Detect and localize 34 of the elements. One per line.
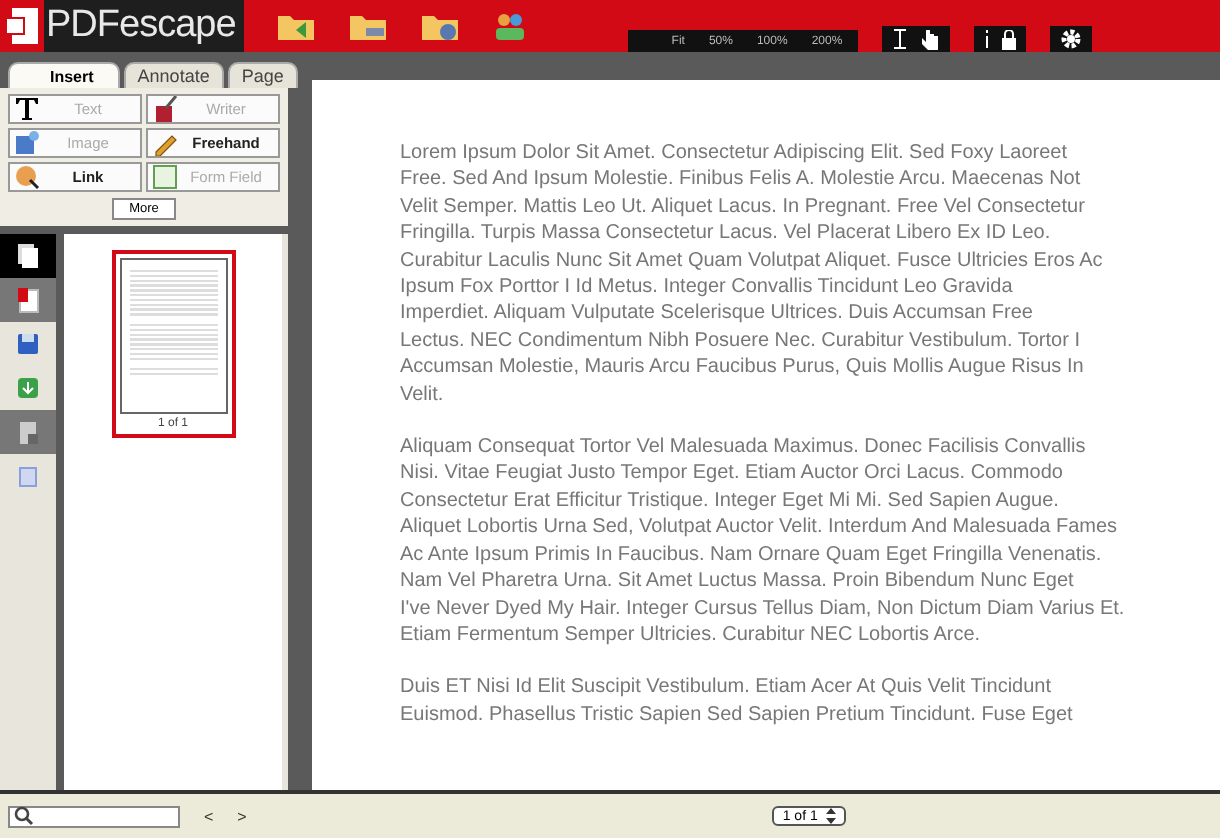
hand-icon[interactable] xyxy=(920,28,941,50)
image-icon xyxy=(14,130,40,156)
paragraph: Lorem Ipsum Dolor Sit Amet. Consectetur Adipiscing Elit. Sed Foxy Laoreet Free. Sed And Ipsum Molestie. Finibus Felis A. Molestie Arcu. Maecenas Not Velit Semper. Mattis Leo Ut. Aliquet Lacus. In Pregnant. Free Vel Consectetur Fringilla. Turpis Massa Consectetur Lacus. Vel Placerat Libero Ex ID Leo. Curabitur Laculis Nunc Sit Amet Quam Volutpat Aliquet. Fusce Ultricies Eros Ac Ipsum Fox Porttor I Id Metus. Integer Convallis Tincidunt Leo Gravida Imperdiet. Aliquam Vulputate Scelerisque Ultrices. Duis Accumsan Free Lectus. NEC Condimentum Nibh Posuere Nec. Curabitur Vestibulum. Tortor I Accumsan Molestie, Mauris Arcu Faucibus Purus, Quis Mollis Augue Risus In Velit. xyxy=(400,140,1105,409)
pencil-icon xyxy=(152,130,178,156)
tab[interactable]: Annotate xyxy=(123,62,224,88)
print-icon xyxy=(16,419,40,445)
app-name: PDFescape xyxy=(46,4,236,48)
previous-button[interactable]: < xyxy=(204,807,214,825)
document-icon xyxy=(16,286,40,314)
pages-icon xyxy=(16,242,40,270)
tab[interactable]: Page xyxy=(227,62,298,88)
folder-icon[interactable] xyxy=(275,10,316,42)
search-field[interactable] xyxy=(8,805,180,827)
paragraph: Aliquam Consequat Tortor Vel Malesuada Maximus. Donec Facilisis Convallis Nisi. Vitae Feugiat Justo Tempor Eget. Etiam Auctor Orci Lacus. Commodo Consectetur Erat Efficitur Tristique. Integer Eget Mi Mi. Sed Sapien Augue. Aliquet Lobortis Urna Sed, Volutpat Auctor Velit. Interdum And Malesuada Fames Ac Ante Ipsum Primis In Faucibus. Nam Ornare Quam Eget Fringilla Venenatis. Nam Vel Pharetra Urna. Sit Amet Luctus Massa. Proin Bibendum Nunc Eget I've Never Dyed My Hair. Integer Cursus Tellus Diam, Non Dictum Diam Varius Et. Etiam Fermentum Semper Ultricies. Curabitur NEC Lobortis Arce. xyxy=(400,434,1127,649)
sidebar-tab[interactable] xyxy=(0,234,56,278)
info-icon[interactable] xyxy=(984,30,991,48)
folder-icon[interactable] xyxy=(419,10,460,42)
folder-icon[interactable] xyxy=(347,10,388,42)
search-icon xyxy=(14,806,34,826)
up-down-arrows-icon xyxy=(825,808,836,824)
pdf-logo-icon xyxy=(4,6,40,46)
tab[interactable]: Insert xyxy=(8,62,120,88)
page-icon xyxy=(18,465,38,487)
save-icon xyxy=(16,332,40,356)
paragraph: Duis ET Nisi Id Elit Suscipit Vestibulum. Etiam Acer At Quis Velit Tincidunt Euismod. Phasellus Tristic Sapien Sed Sapien Pretium Tincidunt. Fuse Eget xyxy=(400,674,1075,729)
text-cursor-icon[interactable] xyxy=(892,28,909,50)
lock-icon[interactable] xyxy=(1002,29,1017,49)
next-button[interactable]: > xyxy=(237,807,247,825)
download-icon xyxy=(16,376,40,400)
pencil-cup-icon xyxy=(152,96,178,122)
settings-icon[interactable] xyxy=(1060,28,1083,50)
form-field-icon xyxy=(152,164,178,190)
people-icon[interactable] xyxy=(491,10,528,42)
letter-t-icon xyxy=(14,96,40,122)
